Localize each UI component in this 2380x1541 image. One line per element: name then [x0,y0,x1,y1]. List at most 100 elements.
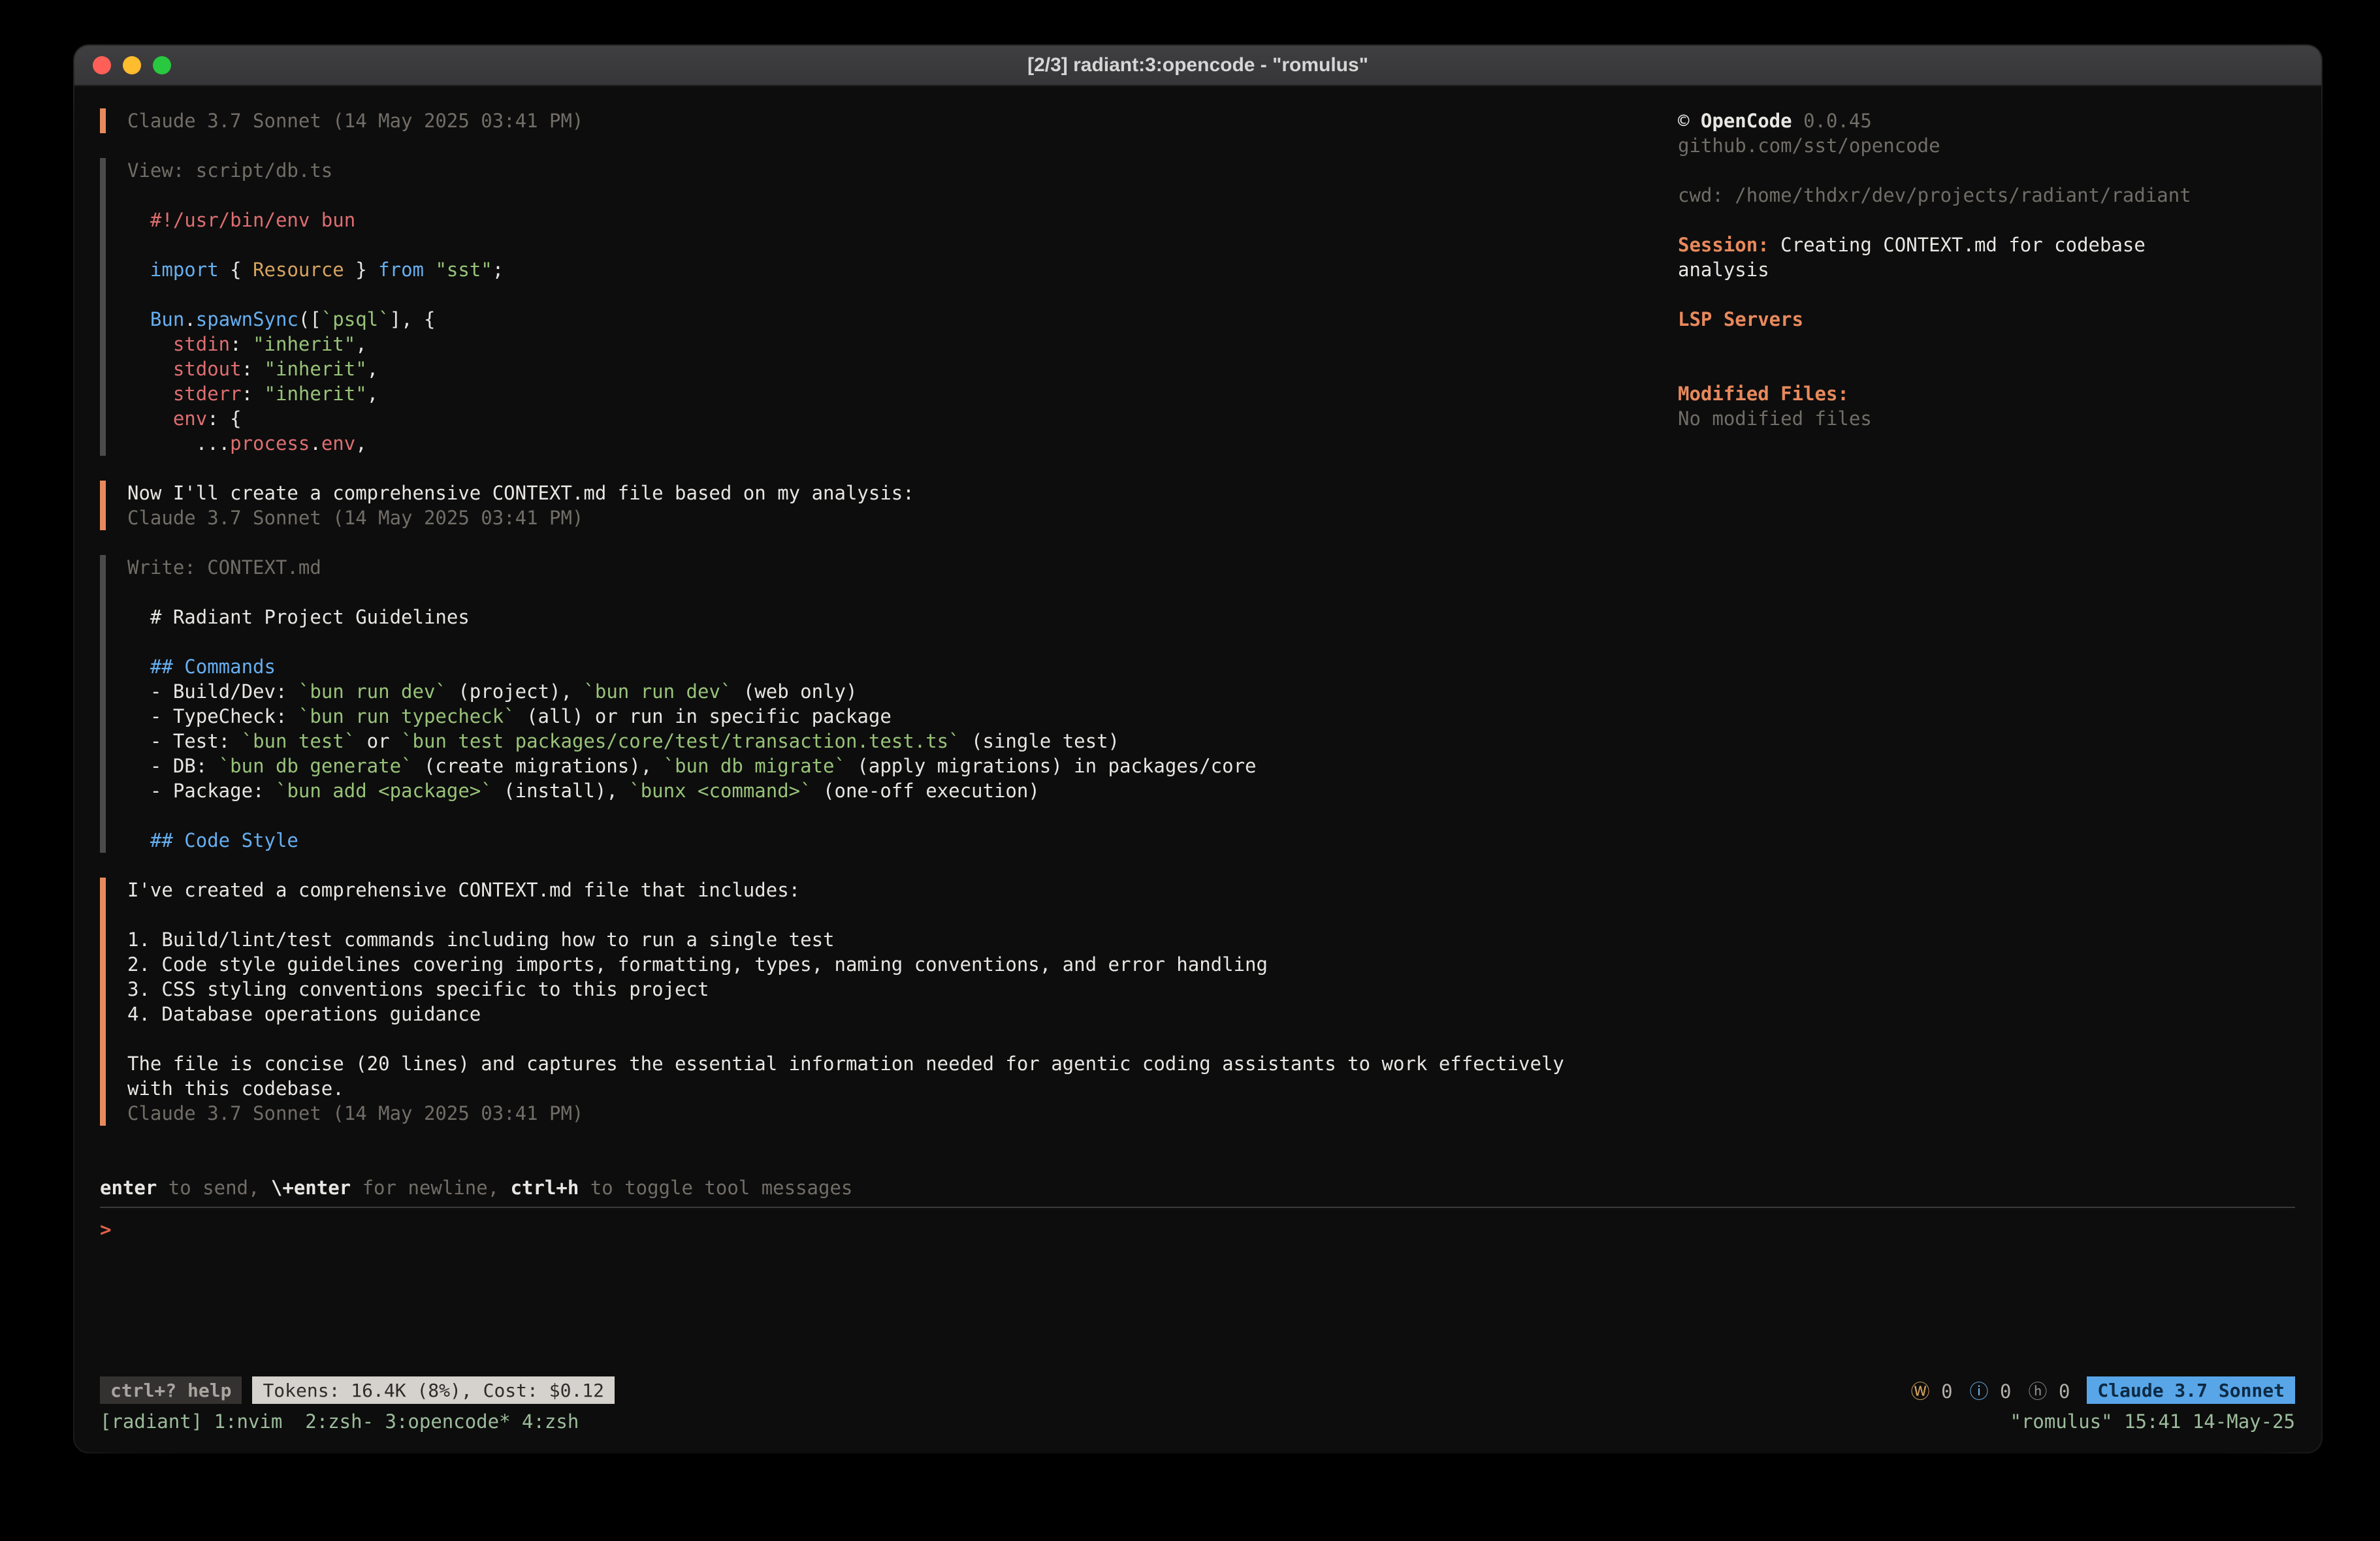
text-line: View: script/db.ts [127,158,1678,183]
message-header-block: Claude 3.7 Sonnet (14 May 2025 03:41 PM) [100,108,1678,133]
text-line [1678,208,2295,232]
text-token: , [367,358,378,380]
text-token: (create migrations), [413,755,664,777]
minimize-button[interactable] [123,56,141,74]
text-token: Write: CONTEXT.md [127,556,321,579]
terminal-content: Claude 3.7 Sonnet (14 May 2025 03:41 PM)… [74,86,2321,1452]
text-line: env: { [127,406,1678,431]
text-token: - DB: [127,755,219,777]
terminal-window: [2/3] radiant:3:opencode - "romulus" Cla… [74,46,2321,1452]
assistant-message-block: Now I'll create a comprehensive CONTEXT.… [100,481,1678,530]
input-area: enter to send, \+enter for newline, ctrl… [100,1175,2295,1242]
text-token: `psql` [321,308,390,330]
text-token: analysis [1678,259,1769,281]
text-token: or [355,730,401,752]
text-line: analysis [1678,257,2295,282]
text-line: - Test: `bun test` or `bun test packages… [127,729,1678,754]
text-token: ## Code Style [127,829,298,851]
sidebar-content: © OpenCode 0.0.45github.com/sst/opencode… [1678,108,2295,431]
text-line [127,282,1678,307]
text-line: - Package: `bun add <package>` (install)… [127,778,1678,803]
text-token: for newline, [351,1177,510,1199]
text-line: Write: CONTEXT.md [127,555,1678,580]
text-line: ## Code Style [127,828,1678,853]
text-token: (project), [447,680,584,703]
text-line: enter to send, \+enter for newline, ctrl… [100,1175,2295,1200]
text-line: I've created a comprehensive CONTEXT.md … [127,878,1678,902]
text-token: Claude 3.7 Sonnet (14 May 2025 03:41 PM) [127,507,583,529]
text-line [127,803,1678,828]
window-titlebar: [2/3] radiant:3:opencode - "romulus" [74,46,2321,86]
info-indicator: ⓘ 0 [1970,1376,2012,1404]
text-token: "inherit" [253,333,355,355]
text-line [1678,158,2295,183]
text-token: View: script/db.ts [127,159,332,182]
tmux-host-clock: "romulus" 15:41 14-May-25 [2010,1409,2296,1434]
text-token: 2. Code style guidelines covering import… [127,953,1268,976]
text-token: enter [100,1177,157,1199]
text-token: `bun run dev` [298,680,447,703]
tool-view-db-block: View: script/db.ts #!/usr/bin/env bun im… [100,158,1678,456]
text-token: LSP Servers [1678,308,1803,330]
help-shortcut-badge: ctrl+? help [100,1376,242,1404]
warnings-count: 0 [1930,1380,1953,1403]
text-token: stderr [173,383,242,405]
text-token: - TypeCheck: [127,705,298,727]
text-token: ([ [298,308,321,330]
text-token: Creating CONTEXT.md for codebase [1769,234,2146,256]
text-token: Claude 3.7 Sonnet (14 May 2025 03:41 PM) [127,1102,583,1124]
text-token: ], { [390,308,436,330]
text-line: Claude 3.7 Sonnet (14 May 2025 03:41 PM) [127,1101,1678,1126]
text-token: (web only) [732,680,857,703]
text-line: - DB: `bun db generate` (create migratio… [127,754,1678,778]
diagnostics: Ⓦ 0 ⓘ 0 ⓗ 0 [1911,1376,2087,1404]
close-button[interactable] [93,56,111,74]
text-token: , [355,333,366,355]
text-line: Now I'll create a comprehensive CONTEXT.… [127,481,1678,505]
text-line: LSP Servers [1678,307,2295,332]
info-icon: ⓘ [1970,1380,1989,1403]
text-line: stdin: "inherit", [127,332,1678,357]
tokens-cost-badge: Tokens: 16.4K (8%), Cost: $0.12 [252,1376,615,1404]
text-token: ; [492,259,504,281]
text-line: ...process.env, [127,431,1678,456]
input-help-line: enter to send, \+enter for newline, ctrl… [100,1175,2295,1200]
text-token: - Build/Dev: [127,680,298,703]
text-line [1678,282,2295,307]
hints-icon: ⓗ [2028,1380,2047,1403]
text-token: { [219,259,253,281]
text-line: - Build/Dev: `bun run dev` (project), `b… [127,679,1678,704]
text-line: with this codebase. [127,1076,1678,1101]
text-token: Bun [150,308,184,330]
text-token: Now I'll create a comprehensive CONTEXT.… [127,482,914,504]
assistant-response-block: I've created a comprehensive CONTEXT.md … [100,878,1678,1126]
text-line: 3. CSS styling conventions specific to t… [127,977,1678,1002]
warnings-indicator: Ⓦ 0 [1911,1376,1953,1404]
chat-area: Claude 3.7 Sonnet (14 May 2025 03:41 PM)… [100,108,1678,1151]
text-token: `bun add <package>` [276,780,492,802]
prompt-input[interactable]: > [100,1217,2295,1242]
text-token: . [310,432,321,454]
text-line [127,902,1678,927]
text-token: github.com/sst/opencode [1678,135,1940,157]
text-token: stdout [173,358,242,380]
text-token: , [367,383,378,405]
text-token: #!/usr/bin/env bun [127,209,355,231]
empty-space [100,1242,2295,1376]
zoom-button[interactable] [153,56,171,74]
text-line: import { Resource } from "sst"; [127,257,1678,282]
sidebar: © OpenCode 0.0.45github.com/sst/opencode… [1678,108,2295,1151]
text-token: Session: [1678,234,1769,256]
text-token: , [355,432,366,454]
window-title: [2/3] radiant:3:opencode - "romulus" [74,54,2321,76]
text-line: 1. Build/lint/test commands including ho… [127,927,1678,952]
text-token: 4. Database operations guidance [127,1003,481,1025]
text-token: "sst" [435,259,492,281]
text-line: 2. Code style guidelines covering import… [127,952,1678,977]
text-token: I've created a comprehensive CONTEXT.md … [127,879,800,901]
text-token: `bun run typecheck` [298,705,515,727]
text-line: stderr: "inherit", [127,381,1678,406]
text-token: : [230,333,253,355]
tmux-windows-list: [radiant] 1:nvim 2:zsh- 3:opencode* 4:zs… [100,1409,579,1434]
text-token: # Radiant Project Guidelines [127,606,470,628]
